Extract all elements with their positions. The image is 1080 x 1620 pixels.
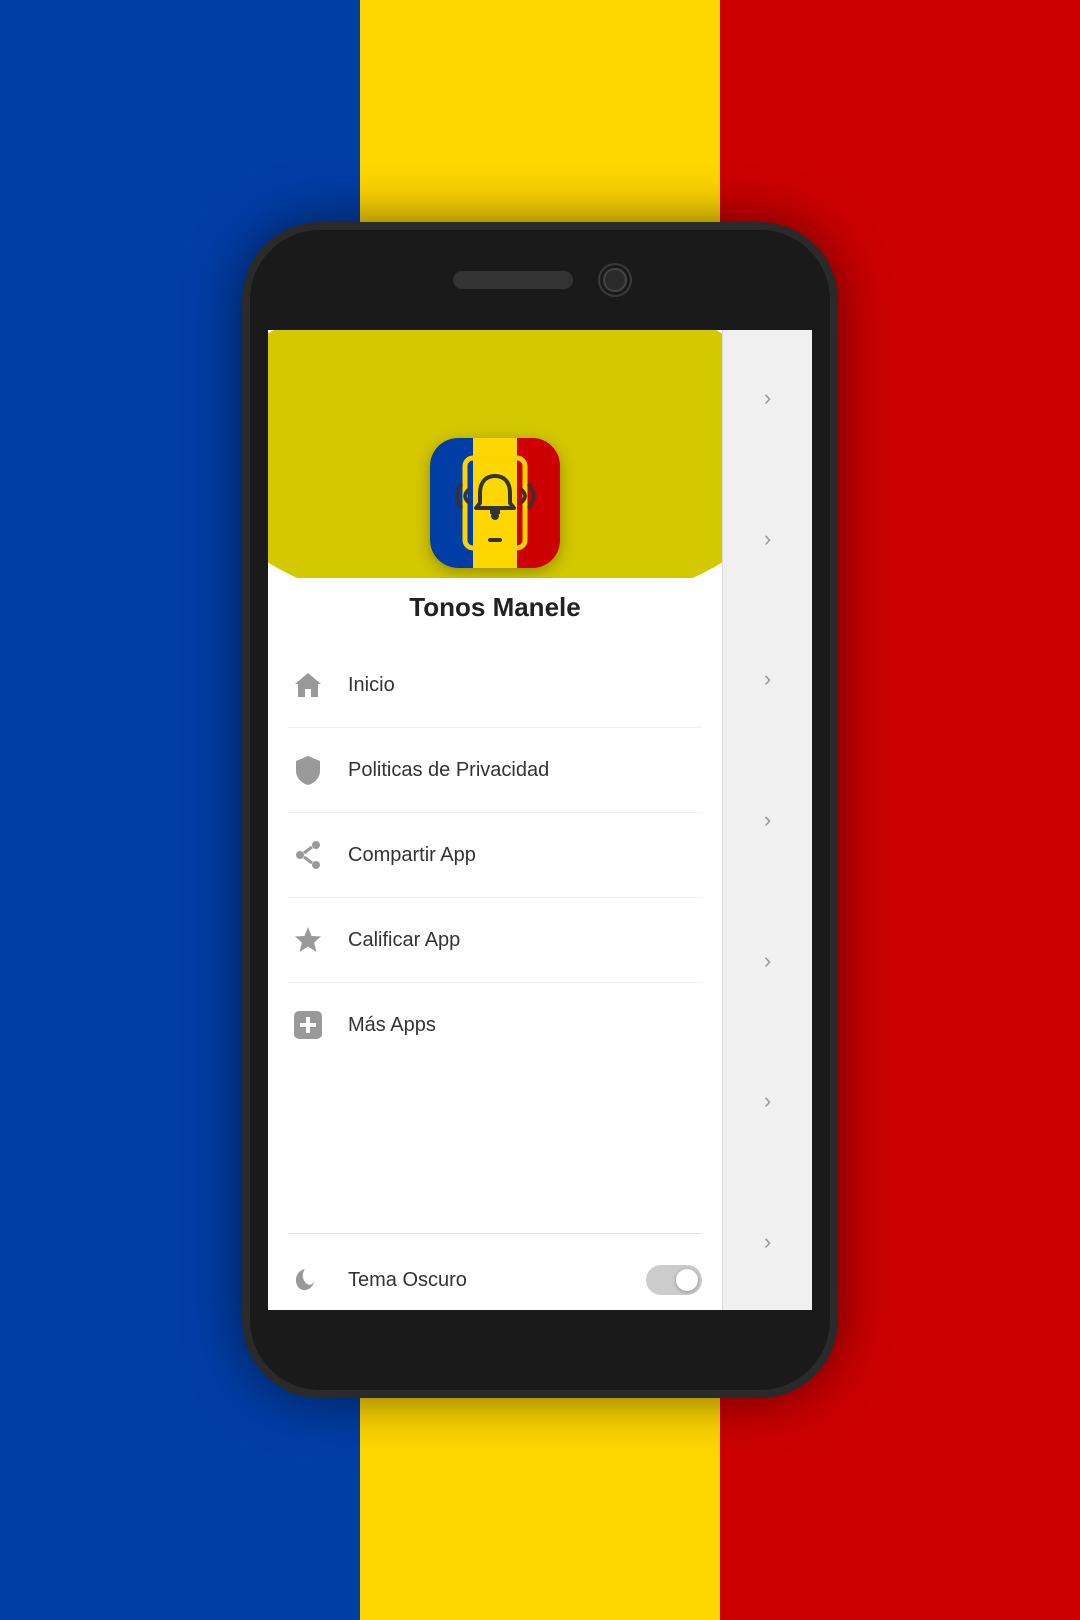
menu-list: Inicio Politicas de Privacidad: [268, 643, 722, 1229]
app-title: Tonos Manele: [268, 578, 722, 643]
divider: [288, 1233, 702, 1234]
privacidad-label: Politicas de Privacidad: [348, 759, 702, 782]
sidebar-chevron-6[interactable]: ›: [723, 1061, 812, 1141]
sidebar-chevron-2[interactable]: ›: [723, 499, 812, 579]
main-panel: Tonos Manele Inicio: [268, 318, 722, 1322]
shield-icon: [288, 750, 328, 790]
phone-speaker: [453, 271, 573, 289]
home-icon: [288, 665, 328, 705]
app-icon: [430, 438, 560, 568]
moon-icon: [288, 1260, 328, 1300]
mas-apps-label: Más Apps: [348, 1014, 702, 1037]
menu-item-privacidad[interactable]: Politicas de Privacidad: [288, 728, 702, 813]
phone-camera: [603, 268, 627, 292]
sidebar-chevron-5[interactable]: ›: [723, 921, 812, 1001]
sidebar-chevron-4[interactable]: ›: [723, 780, 812, 860]
dark-mode-label: Tema Oscuro: [348, 1269, 646, 1292]
menu-item-calificar[interactable]: Calificar App: [288, 898, 702, 983]
chevron-icon-3: ›: [764, 666, 771, 692]
star-icon: [288, 920, 328, 960]
sidebar-chevron-7[interactable]: ›: [723, 1202, 812, 1282]
calificar-label: Calificar App: [348, 929, 702, 952]
dark-mode-toggle[interactable]: [646, 1265, 702, 1295]
chevron-icon-4: ›: [764, 807, 771, 833]
sidebar-chevron-1[interactable]: ›: [723, 358, 812, 438]
header-arc: [268, 318, 722, 578]
share-icon: [288, 835, 328, 875]
chevron-icon-1: ›: [764, 385, 771, 411]
phone-top-bar: [250, 230, 830, 330]
sidebar-chevron-3[interactable]: ›: [723, 639, 812, 719]
menu-item-inicio[interactable]: Inicio: [288, 643, 702, 728]
right-panel: › › › › › › ›: [722, 318, 812, 1322]
plus-box-icon: [288, 1005, 328, 1045]
chevron-icon-5: ›: [764, 948, 771, 974]
phone-screen: Tonos Manele Inicio: [268, 318, 812, 1322]
menu-item-compartir[interactable]: Compartir App: [288, 813, 702, 898]
chevron-icon-7: ›: [764, 1229, 771, 1255]
inicio-label: Inicio: [348, 674, 702, 697]
chevron-icon-6: ›: [764, 1088, 771, 1114]
chevron-icon-2: ›: [764, 526, 771, 552]
phone-bottom-bar: [250, 1310, 830, 1390]
toggle-knob: [676, 1269, 698, 1291]
menu-item-mas-apps[interactable]: Más Apps: [288, 983, 702, 1067]
compartir-label: Compartir App: [348, 844, 702, 867]
phone-frame: Tonos Manele Inicio: [250, 230, 830, 1390]
